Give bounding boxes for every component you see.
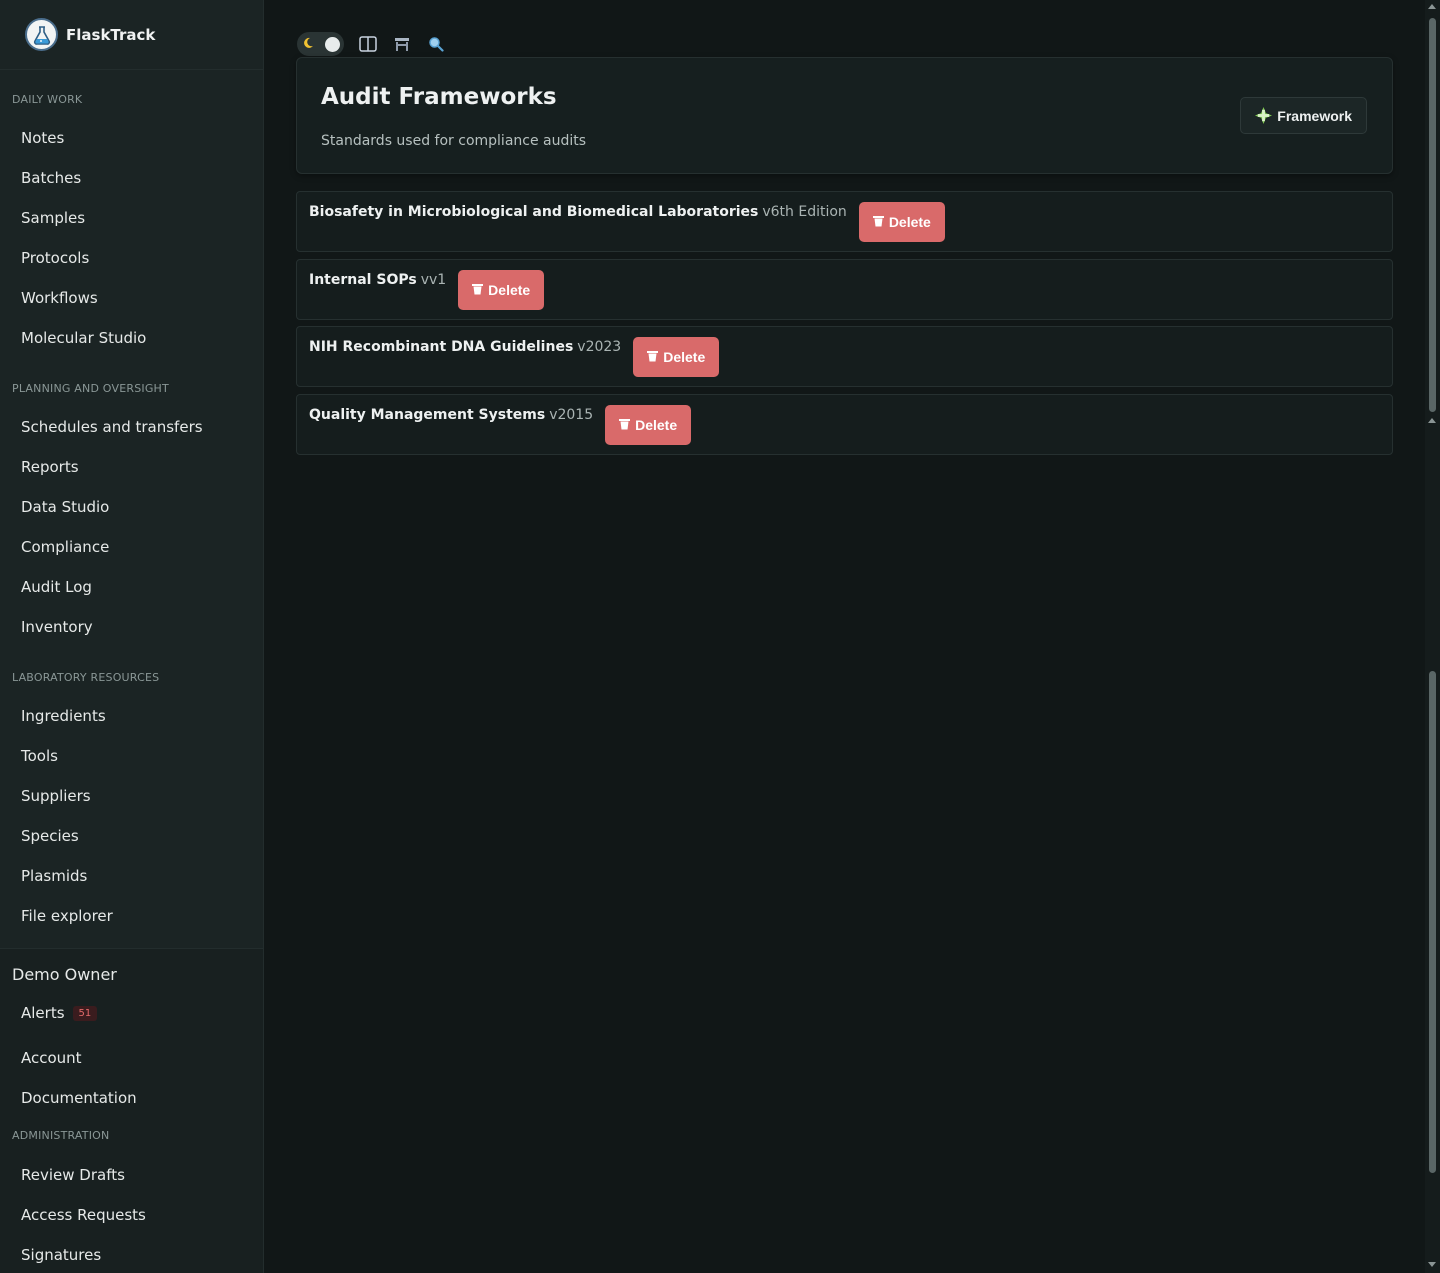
search-icon[interactable] [426, 34, 446, 54]
scroll-up-arrow-icon[interactable] [1428, 418, 1436, 423]
moon-icon [301, 35, 315, 54]
framework-name: Quality Management Systems [309, 407, 546, 423]
sidebar-item-audit-log[interactable]: Audit Log [21, 578, 92, 596]
delete-framework-button[interactable]: Delete [458, 270, 545, 310]
toggle-knob [325, 36, 340, 52]
toolbar [297, 32, 446, 56]
framework-row: Biosafety in Microbiological and Biomedi… [296, 191, 1393, 252]
delete-label: Delete [635, 417, 678, 433]
framework-row: Quality Management Systems v2015 Delete [296, 394, 1393, 455]
scroll-up-arrow-icon[interactable] [1428, 4, 1436, 9]
sidebar-item-reports[interactable]: Reports [21, 458, 79, 476]
page-header: Audit Frameworks Standards used for comp… [296, 57, 1393, 174]
columns-icon[interactable] [358, 34, 378, 54]
sidebar-item-protocols[interactable]: Protocols [21, 249, 89, 267]
section-label-daily-work: DAILY WORK [12, 93, 83, 106]
sidebar-item-data-studio[interactable]: Data Studio [21, 498, 109, 516]
sidebar-item-alerts[interactable]: Alerts 51 [21, 1004, 98, 1022]
framework-row: NIH Recombinant DNA Guidelines v2023 Del… [296, 326, 1393, 387]
theme-toggle[interactable] [297, 32, 344, 56]
sidebar-item-account[interactable]: Account [21, 1049, 82, 1067]
trash-icon [619, 417, 631, 433]
delete-label: Delete [888, 214, 931, 230]
sidebar-item-samples[interactable]: Samples [21, 209, 85, 227]
user-block: Demo Owner Alerts 51 Account Documentatio… [0, 948, 263, 1273]
sidebar-item-suppliers[interactable]: Suppliers [21, 787, 91, 805]
sidebar-item-documentation[interactable]: Documentation [21, 1089, 137, 1107]
framework-version: v6th Edition [762, 204, 847, 220]
sidebar-item-schedules[interactable]: Schedules and transfers [21, 418, 203, 436]
delete-framework-button[interactable]: Delete [858, 202, 945, 242]
framework-name: Internal SOPs [309, 272, 417, 288]
delete-label: Delete [663, 349, 706, 365]
section-label-planning: PLANNING AND OVERSIGHT [12, 382, 169, 395]
sidebar-item-review-drafts[interactable]: Review Drafts [21, 1166, 125, 1184]
brand[interactable]: FlaskTrack [0, 0, 263, 70]
sidebar-item-inventory[interactable]: Inventory [21, 618, 93, 636]
scrollbar[interactable] [1425, 0, 1440, 1273]
flask-logo-icon [25, 18, 58, 51]
alerts-count-badge: 51 [72, 1006, 98, 1021]
sidebar: FlaskTrack DAILY WORK Notes Batches Samp… [0, 0, 264, 1273]
bench-icon[interactable] [392, 34, 412, 54]
sidebar-item-species[interactable]: Species [21, 827, 79, 845]
user-name: Demo Owner [12, 965, 117, 984]
framework-version: v2015 [549, 407, 594, 423]
delete-framework-button[interactable]: Delete [633, 337, 720, 377]
delete-label: Delete [488, 282, 531, 298]
sidebar-item-batches[interactable]: Batches [21, 169, 81, 187]
alerts-label: Alerts [21, 1004, 65, 1022]
scroll-thumb[interactable] [1429, 671, 1436, 1173]
sidebar-item-compliance[interactable]: Compliance [21, 538, 109, 556]
sidebar-item-molecular-studio[interactable]: Molecular Studio [21, 329, 146, 347]
add-framework-button[interactable]: Framework [1240, 97, 1367, 134]
section-label-lab-resources: LABORATORY RESOURCES [12, 671, 160, 684]
sidebar-item-ingredients[interactable]: Ingredients [21, 707, 106, 725]
delete-framework-button[interactable]: Delete [605, 405, 692, 445]
sidebar-item-tools[interactable]: Tools [21, 747, 58, 765]
app-name: FlaskTrack [66, 25, 156, 44]
plus-icon [1254, 106, 1273, 125]
framework-name: Biosafety in Microbiological and Biomedi… [309, 204, 759, 220]
framework-name: NIH Recombinant DNA Guidelines [309, 339, 574, 355]
framework-version: vv1 [420, 272, 447, 288]
sidebar-item-workflows[interactable]: Workflows [21, 289, 98, 307]
sidebar-item-file-explorer[interactable]: File explorer [21, 907, 113, 925]
sidebar-item-signatures[interactable]: Signatures [21, 1246, 101, 1264]
sidebar-item-plasmids[interactable]: Plasmids [21, 867, 87, 885]
trash-icon [872, 214, 884, 230]
add-framework-label: Framework [1277, 107, 1352, 124]
framework-row: Internal SOPs vv1 Delete [296, 259, 1393, 320]
trash-icon [472, 282, 484, 298]
page-subtitle: Standards used for compliance audits [321, 133, 587, 149]
scroll-thumb[interactable] [1429, 18, 1436, 412]
framework-version: v2023 [577, 339, 622, 355]
section-label-administration: ADMINISTRATION [12, 1129, 110, 1142]
trash-icon [647, 349, 659, 365]
sidebar-item-notes[interactable]: Notes [21, 129, 64, 147]
sidebar-item-access-requests[interactable]: Access Requests [21, 1206, 146, 1224]
scroll-down-arrow-icon[interactable] [1428, 1262, 1436, 1267]
page-title: Audit Frameworks [321, 84, 557, 110]
